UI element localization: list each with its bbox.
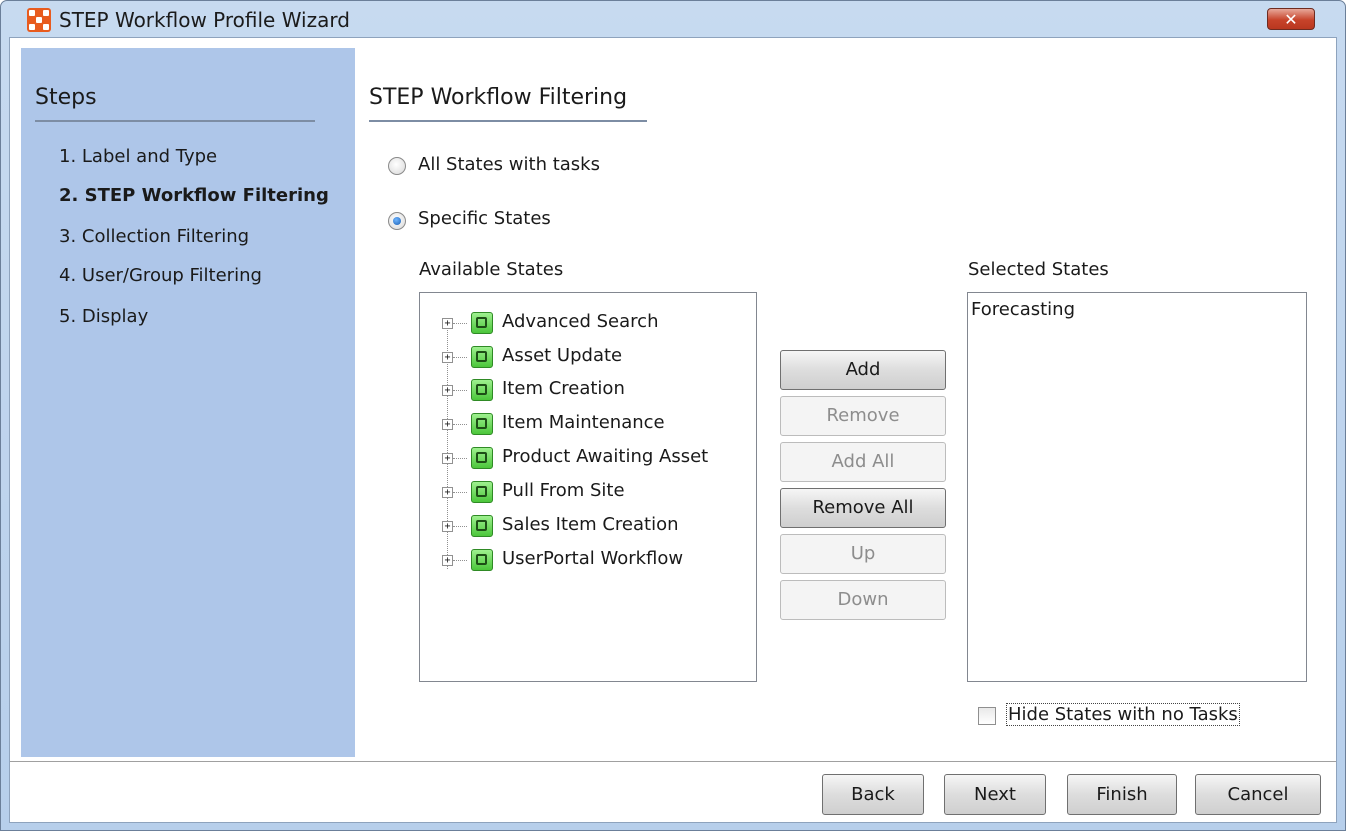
list-item[interactable]: Forecasting <box>971 299 1075 320</box>
tree-item-userportal-workflow[interactable]: + UserPortal Workflow <box>420 547 750 577</box>
tree-item-pull-from-site[interactable]: + Pull From Site <box>420 479 750 509</box>
divider <box>35 120 315 122</box>
close-icon: ✕ <box>1284 10 1298 29</box>
step-user-group-filtering: 4. User/Group Filtering <box>59 265 262 286</box>
selected-states-label: Selected States <box>968 259 1109 280</box>
hide-empty-states-label[interactable]: Hide States with no Tasks <box>1006 703 1240 726</box>
hide-empty-states-checkbox[interactable] <box>978 707 996 725</box>
tree-item-item-maintenance[interactable]: + Item Maintenance <box>420 411 750 441</box>
workflow-icon <box>471 515 493 537</box>
remove-button[interactable]: Remove <box>780 396 946 436</box>
expand-icon[interactable]: + <box>442 521 453 532</box>
up-button[interactable]: Up <box>780 534 946 574</box>
expand-icon[interactable]: + <box>442 352 453 363</box>
add-all-button[interactable]: Add All <box>780 442 946 482</box>
finish-button[interactable]: Finish <box>1067 774 1177 815</box>
wizard-window: STEP Workflow Profile Wizard ✕ Steps 1. … <box>0 0 1346 831</box>
available-states-tree[interactable]: + Advanced Search + Asset Update + Item … <box>419 292 757 682</box>
step-collection-filtering: 3. Collection Filtering <box>59 226 250 247</box>
expand-icon[interactable]: + <box>442 453 453 464</box>
expand-icon[interactable]: + <box>442 318 453 329</box>
selected-states-list[interactable]: Forecasting <box>967 292 1307 682</box>
tree-item-label: Product Awaiting Asset <box>502 446 709 467</box>
tree-item-label: Asset Update <box>502 345 623 366</box>
expand-icon[interactable]: + <box>442 385 453 396</box>
workflow-icon <box>471 413 493 435</box>
tree-item-advanced-search[interactable]: + Advanced Search <box>420 310 750 340</box>
tree-item-label: Pull From Site <box>502 480 625 501</box>
remove-all-button[interactable]: Remove All <box>780 488 946 528</box>
workflow-icon <box>471 481 493 503</box>
all-states-label[interactable]: All States with tasks <box>418 154 600 175</box>
tree-item-sales-item-creation[interactable]: + Sales Item Creation <box>420 513 750 543</box>
add-button[interactable]: Add <box>780 350 946 390</box>
step-display: 5. Display <box>59 306 149 327</box>
all-states-radio[interactable] <box>388 157 406 175</box>
tree-item-product-awaiting-asset[interactable]: + Product Awaiting Asset <box>420 445 750 475</box>
expand-icon[interactable]: + <box>442 555 453 566</box>
workflow-icon <box>471 379 493 401</box>
tree-item-label: Advanced Search <box>502 311 659 332</box>
workflow-icon <box>471 346 493 368</box>
page-title: STEP Workflow Filtering <box>369 85 628 110</box>
workflow-icon <box>471 447 493 469</box>
cancel-button[interactable]: Cancel <box>1195 774 1321 815</box>
down-button[interactable]: Down <box>780 580 946 620</box>
footer-divider-highlight <box>10 762 1336 763</box>
workflow-icon <box>471 312 493 334</box>
app-logo-icon <box>27 8 51 32</box>
tree-item-item-creation[interactable]: + Item Creation <box>420 377 750 407</box>
workflow-icon <box>471 549 493 571</box>
steps-heading: Steps <box>35 85 97 110</box>
expand-icon[interactable]: + <box>442 487 453 498</box>
specific-states-radio[interactable] <box>388 212 406 230</box>
tree-item-asset-update[interactable]: + Asset Update <box>420 344 750 374</box>
window-title: STEP Workflow Profile Wizard <box>59 8 350 32</box>
step-label-and-type: 1. Label and Type <box>59 146 218 167</box>
specific-states-label[interactable]: Specific States <box>418 208 551 229</box>
back-button[interactable]: Back <box>822 774 924 815</box>
close-button[interactable]: ✕ <box>1267 8 1315 30</box>
tree-item-label: UserPortal Workflow <box>502 548 684 569</box>
title-bar[interactable]: STEP Workflow Profile Wizard ✕ <box>1 1 1345 37</box>
expand-icon[interactable]: + <box>442 419 453 430</box>
tree-item-label: Item Creation <box>502 378 625 399</box>
tree-item-label: Sales Item Creation <box>502 514 679 535</box>
next-button[interactable]: Next <box>944 774 1046 815</box>
divider <box>369 120 647 122</box>
tree-item-label: Item Maintenance <box>502 412 665 433</box>
step-workflow-filtering: 2. STEP Workflow Filtering <box>59 185 329 206</box>
available-states-label: Available States <box>419 259 564 280</box>
